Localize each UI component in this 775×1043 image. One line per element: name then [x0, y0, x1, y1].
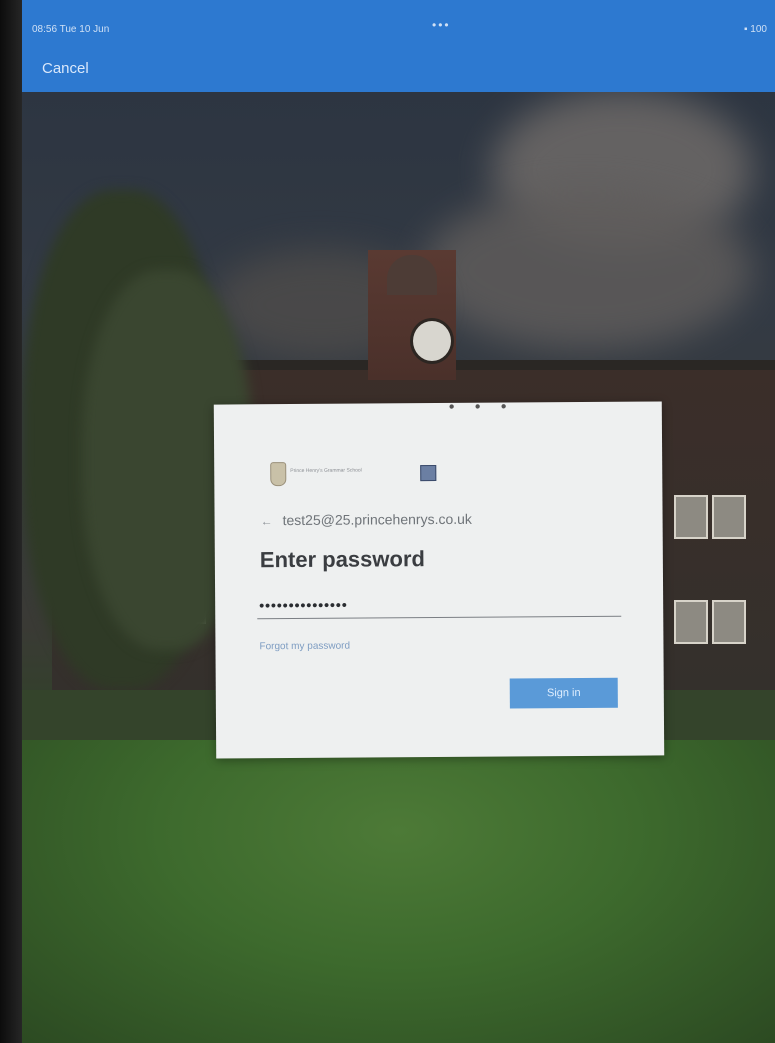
- school-logo: Prince Henry's Grammar School: [270, 461, 450, 487]
- sign-in-button[interactable]: Sign in: [509, 677, 618, 709]
- cancel-button[interactable]: Cancel: [42, 60, 89, 77]
- screen: 08:56 Tue 10 Jun ••• ▪ 100 Cancel • • • …: [22, 0, 775, 1043]
- building-window: [712, 600, 746, 644]
- building-window: [712, 495, 746, 539]
- back-arrow-icon[interactable]: ←: [259, 514, 275, 528]
- navigation-bar: 08:56 Tue 10 Jun ••• ▪ 100 Cancel: [22, 0, 775, 92]
- clock-face: [410, 318, 454, 364]
- background-cloud: [422, 190, 752, 350]
- dialog-title: Enter password: [259, 546, 425, 573]
- school-crest-icon: [270, 462, 287, 487]
- device-bezel: [0, 0, 22, 1043]
- building-window: [674, 600, 708, 644]
- secondary-crest-icon: [420, 465, 437, 482]
- multitasking-indicator[interactable]: •••: [432, 18, 451, 32]
- status-time: 08:56 Tue 10 Jun: [32, 24, 110, 35]
- sign-in-dialog: • • • Prince Henry's Grammar School ← te…: [213, 398, 665, 759]
- clock-tower-cap: [387, 255, 437, 295]
- background-lawn: [22, 740, 775, 1043]
- school-name: Prince Henry's Grammar School: [290, 467, 362, 475]
- account-identity: test25@25.princehenrys.co.uk: [282, 510, 472, 529]
- battery-indicator: ▪ 100: [743, 24, 767, 35]
- status-bar: 08:56 Tue 10 Jun ••• ▪ 100: [32, 18, 767, 40]
- password-field[interactable]: [257, 589, 622, 620]
- building-window: [674, 495, 708, 539]
- loading-indicator: • • •: [448, 398, 515, 416]
- forgot-password-link[interactable]: Forgot my password: [259, 641, 350, 653]
